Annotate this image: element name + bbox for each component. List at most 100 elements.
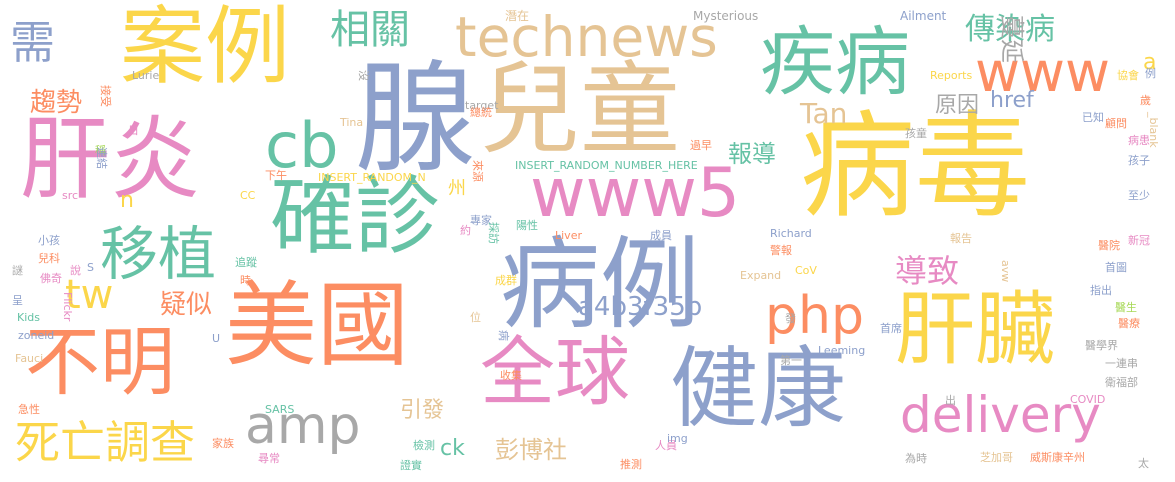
cloud-word: 疑似 bbox=[160, 290, 213, 320]
cloud-word: 美國 bbox=[225, 272, 410, 379]
cloud-word: php bbox=[765, 286, 864, 346]
cloud-word: Flickr bbox=[61, 292, 74, 322]
cloud-word: Tan bbox=[800, 97, 848, 130]
cloud-word: 協會 bbox=[1117, 69, 1139, 82]
cloud-word: 急性 bbox=[18, 403, 40, 416]
cloud-word: 追蹤 bbox=[235, 256, 257, 269]
cloud-word: 芝加哥 bbox=[980, 451, 1013, 464]
cloud-word: 來源 bbox=[471, 160, 484, 182]
cloud-word: 佛奇 bbox=[40, 272, 62, 285]
cloud-word: COVID bbox=[1070, 393, 1106, 406]
cloud-word: 健康 bbox=[670, 337, 847, 440]
cloud-word: 採訪 bbox=[487, 222, 500, 244]
cloud-word: 下午 bbox=[265, 169, 287, 182]
cloud-word: 一連串 bbox=[1105, 357, 1138, 370]
cloud-word: 報導 bbox=[728, 140, 776, 168]
cloud-word: 首圖 bbox=[1105, 261, 1127, 274]
cloud-word: INSERT_RANDOM_NUMBER_HERE bbox=[515, 159, 698, 172]
cloud-word: 報告 bbox=[950, 232, 972, 245]
cloud-word: CoV bbox=[795, 264, 817, 277]
cloud-word: INSERT_RANDOM_N bbox=[318, 171, 426, 184]
cloud-word: ck bbox=[440, 436, 465, 461]
cloud-word: 衛福部 bbox=[1105, 376, 1138, 389]
cloud-word: Leeming bbox=[818, 344, 866, 357]
cloud-word: src bbox=[62, 189, 79, 202]
cloud-word: 醫療 bbox=[1118, 317, 1140, 330]
cloud-word: 例 bbox=[1145, 67, 1156, 80]
cloud-word: 第一 bbox=[780, 354, 802, 367]
cloud-word: 腺 bbox=[355, 50, 475, 189]
cloud-word: 太 bbox=[1138, 457, 1149, 470]
cloud-word: Tina bbox=[340, 116, 364, 129]
cloud-word: Fauci bbox=[15, 352, 44, 365]
cloud-word: n bbox=[120, 188, 134, 213]
cloud-word: 肝臟 bbox=[895, 283, 1055, 376]
cloud-word: 成員 bbox=[650, 229, 672, 242]
cloud-word: 尋常 bbox=[258, 452, 280, 465]
cloud-word: 陽性 bbox=[516, 219, 538, 232]
cloud-word: 首席 bbox=[880, 322, 902, 335]
cloud-word: href bbox=[990, 88, 1034, 113]
cloud-word: 州 bbox=[448, 178, 466, 199]
cloud-word: CC bbox=[240, 189, 256, 202]
cloud-word: 成群 bbox=[495, 274, 517, 287]
cloud-word: 已知 bbox=[1082, 111, 1104, 124]
cloud-word: 醫院 bbox=[1098, 239, 1120, 252]
cloud-word: Ailment bbox=[900, 9, 947, 23]
cloud-word: 位 bbox=[470, 311, 481, 324]
cloud-word: 病患 bbox=[1128, 134, 1150, 147]
cloud-word: 需 bbox=[10, 16, 56, 69]
cloud-word: 警報 bbox=[770, 244, 792, 257]
cloud-word: 連結 bbox=[95, 147, 108, 169]
cloud-word: S bbox=[87, 261, 94, 274]
cloud-word: 總統 bbox=[470, 106, 492, 119]
cloud-word: 肝炎 bbox=[20, 107, 200, 212]
cloud-word: SARS bbox=[265, 403, 295, 416]
cloud-word: Lurie bbox=[132, 69, 160, 82]
cloud-word: 原因 bbox=[935, 93, 980, 118]
cloud-word: 威斯康辛州 bbox=[1030, 451, 1085, 464]
cloud-word: U bbox=[212, 332, 221, 345]
cloud-word: 新冠 bbox=[1128, 234, 1150, 247]
cloud-word: 至少 bbox=[1128, 189, 1150, 202]
cloud-word: 兒童 bbox=[480, 51, 680, 168]
cloud-word: 家族 bbox=[212, 437, 234, 450]
cloud-word: 沒 bbox=[357, 70, 370, 81]
cloud-word: 收集 bbox=[500, 369, 522, 382]
cloud-word: 孩子 bbox=[1128, 154, 1150, 167]
cloud-word: 推測 bbox=[620, 458, 642, 471]
cloud-word: 日 bbox=[128, 124, 139, 137]
cloud-word: Liver bbox=[555, 229, 582, 242]
cloud-word: 孩童 bbox=[905, 127, 927, 140]
cloud-word: 死亡調查 bbox=[15, 416, 196, 469]
cloud-word: img bbox=[667, 432, 688, 445]
cloud-word: 趨勢 bbox=[30, 88, 83, 118]
cloud-word: 歲 bbox=[1140, 94, 1151, 107]
cloud-word: 發 bbox=[785, 312, 796, 325]
cloud-word: 確診 bbox=[270, 168, 441, 267]
cloud-word: 蔓延 bbox=[998, 15, 1026, 63]
cloud-word: 醫生 bbox=[1115, 301, 1137, 314]
cloud-word: 證實 bbox=[400, 459, 422, 472]
cloud-word: 為時 bbox=[905, 452, 927, 465]
cloud-word: 顧問 bbox=[1105, 117, 1127, 130]
cloud-word: a4b3f35b bbox=[578, 292, 703, 322]
cloud-word: avw bbox=[999, 260, 1012, 283]
cloud-word: 移植 bbox=[100, 220, 217, 288]
cloud-word: 疾病 bbox=[760, 18, 911, 106]
cloud-word: 時 bbox=[240, 274, 251, 287]
cloud-word: 小孩 bbox=[38, 234, 60, 247]
cloud-word: 謎 bbox=[12, 264, 23, 277]
cloud-word: 兒科 bbox=[38, 252, 60, 265]
cloud-word: 過早 bbox=[690, 139, 712, 152]
cloud-word: 出 bbox=[945, 394, 956, 407]
cloud-word: 醫學界 bbox=[1085, 339, 1118, 352]
cloud-word: 接受 bbox=[99, 85, 112, 107]
cloud-word: technews bbox=[455, 5, 718, 69]
cloud-word: Richard bbox=[770, 227, 812, 240]
cloud-word: Mysterious bbox=[693, 9, 759, 23]
cloud-word: Expand bbox=[740, 269, 782, 282]
cloud-word: 引發 bbox=[400, 398, 445, 423]
word-cloud: 病毒 案例腺兒童 肝炎 美國 病例 確診 健康 肝臟 疾病 technews www5 不明 全球需 ww… bbox=[0, 0, 1175, 482]
cloud-word: zoneid bbox=[18, 329, 55, 342]
